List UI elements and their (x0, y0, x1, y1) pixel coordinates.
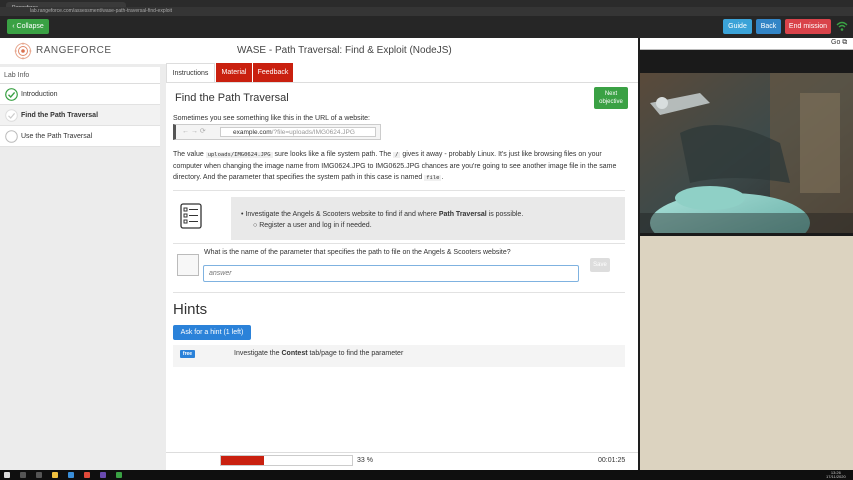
save-button[interactable]: Save (590, 258, 610, 272)
browser-nav-icons: ← → ⟳ (182, 128, 206, 135)
brand-name: RANGEFORCE (36, 45, 112, 56)
task-view-icon[interactable] (36, 472, 42, 478)
back-button[interactable]: Back (756, 19, 781, 34)
tab-divider (166, 82, 638, 83)
example-url-domain: example.com (233, 129, 272, 136)
check-outline-icon (5, 109, 18, 122)
os-taskbar: 13:26 17/11/2020 (0, 470, 853, 480)
task-bold-text: Path Traversal (438, 211, 487, 218)
start-icon[interactable] (4, 472, 10, 478)
sidebar-footer (0, 452, 166, 470)
task-text: Register a user and log in if needed. (259, 222, 372, 229)
para-text: . (441, 174, 444, 181)
answer-input[interactable] (203, 265, 579, 282)
system-clock[interactable]: 13:26 17/11/2020 (826, 471, 846, 479)
sidebar-item-label: Find the Path Traversal (21, 112, 99, 119)
go-button[interactable]: Go ⧉ (831, 39, 847, 47)
network-icon (836, 21, 848, 31)
ask-hint-button[interactable]: Ask for a hint (1 left) (173, 325, 251, 340)
browser-address-bar[interactable]: lab.rangeforce.com/assessment/wase-path-… (0, 7, 853, 16)
target-page-top (640, 50, 853, 73)
next-label: Next (604, 91, 618, 97)
objective-heading: Find the Path Traversal (175, 92, 289, 104)
hint-text: Investigate the Contest tab/page to find… (234, 350, 403, 357)
para-text: The value (173, 151, 206, 158)
search-icon[interactable] (20, 472, 26, 478)
sidebar-item-use-path-traversal[interactable]: Use the Path Traversal (0, 126, 160, 147)
checklist-icon (180, 203, 202, 229)
sidebar-item-introduction[interactable]: Introduction (0, 84, 160, 105)
progress-bar (220, 455, 353, 466)
example-browser-illustration: ← → ⟳ example.com/?file=uploads/IMG0624.… (173, 124, 381, 140)
collapse-button[interactable]: ‹ Collapse (7, 19, 49, 34)
tab-material[interactable]: Material (216, 63, 252, 82)
target-page-divider (640, 233, 853, 236)
app-icon[interactable] (100, 472, 106, 478)
file-explorer-icon[interactable] (52, 472, 58, 478)
example-url-path: /?file=uploads/IMG0624.JPG (271, 129, 355, 136)
target-address-bar[interactable] (640, 38, 853, 50)
sidebar-item-find-path-traversal[interactable]: Find the Path Traversal (0, 105, 160, 126)
hint-text-part: Investigate the (234, 350, 282, 357)
go-label: Go (831, 39, 841, 46)
para-text: sure looks like a file system path. The (272, 151, 394, 158)
scooter-photo (640, 73, 853, 233)
lab-sidebar: Lab Info Introduction Find the Path Trav… (0, 67, 160, 147)
code-file-param: file (424, 175, 442, 181)
empty-circle-icon (5, 130, 18, 143)
hint-text-part: tab/page to find the parameter (307, 350, 404, 357)
mail-icon[interactable] (68, 472, 74, 478)
code-upload-path: uploads/IMG0624.JPG (205, 152, 273, 158)
hints-heading: Hints (173, 301, 208, 318)
guide-button[interactable]: Guide (723, 19, 752, 34)
free-badge: free (180, 350, 195, 358)
hint-bold-text: Contest (281, 350, 308, 357)
next-objective-button[interactable]: Next objective (594, 87, 628, 109)
intro-text: Sometimes you see something like this in… (173, 115, 371, 122)
check-circle-icon (5, 88, 18, 101)
example-url: example.com/?file=uploads/IMG0624.JPG (220, 127, 376, 137)
task-line-1: • Investigate the Angels & Scooters webs… (241, 211, 524, 218)
sidebar-item-label: Use the Path Traversal (21, 133, 93, 140)
section-divider (173, 190, 625, 191)
question-text: What is the name of the parameter that s… (204, 249, 511, 256)
clock-date: 17/11/2020 (826, 474, 846, 479)
explanation-paragraph: The value uploads/IMG0624.JPG sure looks… (173, 149, 625, 184)
tab-feedback[interactable]: Feedback (253, 63, 293, 82)
task-line-2: ○ Register a user and log in if needed. (253, 222, 372, 229)
progress-bar-fill (221, 456, 265, 465)
objective-label: objective (599, 99, 623, 105)
browser-url[interactable]: lab.rangeforce.com/assessment/wase-path-… (30, 8, 172, 15)
page-title: WASE - Path Traversal: Find & Exploit (N… (237, 45, 452, 56)
end-mission-button[interactable]: End mission (785, 19, 831, 34)
task-text: Investigate the Angels & Scooters websit… (245, 211, 439, 218)
app-icon[interactable] (116, 472, 122, 478)
section-divider (173, 292, 625, 293)
task-instructions: • Investigate the Angels & Scooters webs… (241, 209, 523, 231)
sidebar-heading: Lab Info (0, 67, 160, 84)
progress-label: 33 % (357, 457, 373, 464)
tab-instructions[interactable]: Instructions (166, 63, 215, 82)
sidebar-item-label: Introduction (21, 91, 58, 98)
rangeforce-logo-icon (14, 42, 32, 60)
chrome-icon[interactable] (84, 472, 90, 478)
app-topbar: ‹ Collapse Guide Back End mission (0, 16, 853, 38)
question-status-checkbox (177, 254, 199, 276)
mission-timer: 00:01:25 (598, 457, 626, 464)
task-text: is possible. (486, 211, 524, 218)
